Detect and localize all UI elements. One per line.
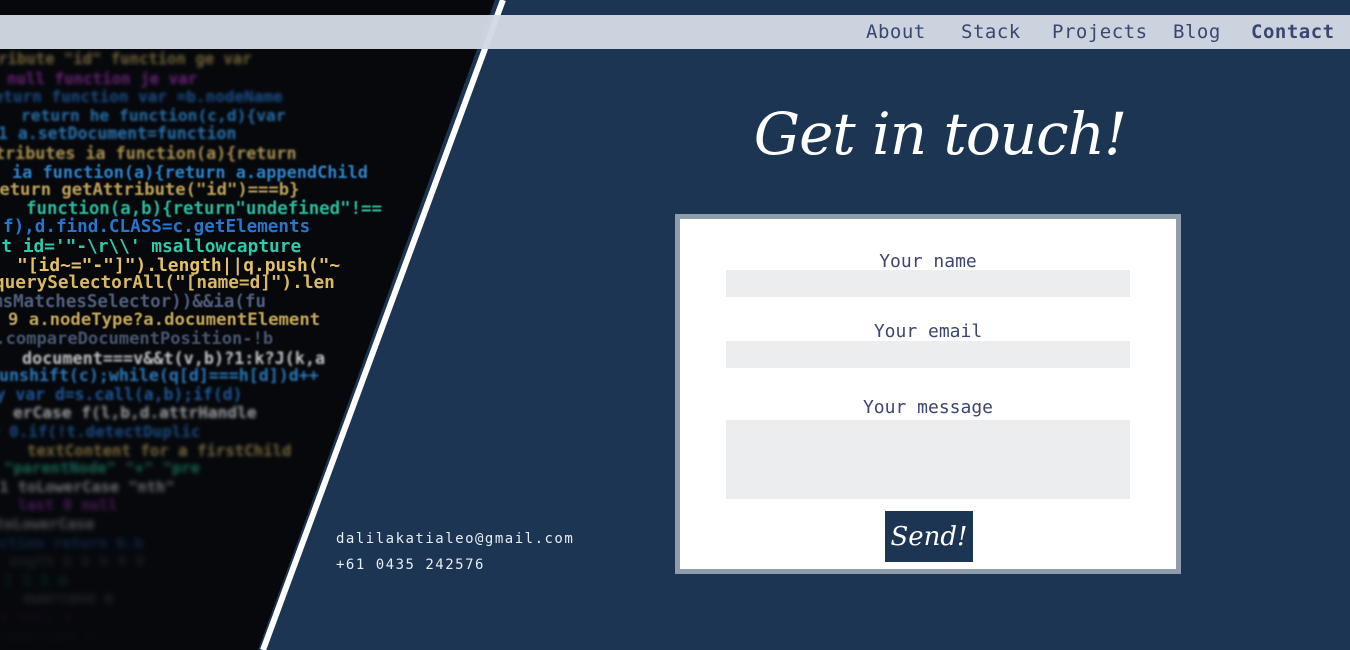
code-line: o.msMatchesSelector))&&ia(fu [0,291,267,312]
code-line: owercase e [23,589,114,608]
code-line: document===v&&t(v,b)?1:k?J(k,a [22,347,326,368]
name-input[interactable] [726,270,1130,297]
code-line: ength b b b 0 0 [9,552,145,571]
code-line: querySelectorAll("[name=d]").len [0,273,335,294]
code-line: try var d=s.call(a,b);if(d) [0,384,243,404]
code-line: 9 a.nodeType?a.documentElement [8,310,321,331]
code-line: null function je var [7,68,198,88]
code-line: a.compareDocumentPosition-!b [0,329,274,349]
top-nav-bar: About Stack Projects Blog Contact [0,15,1350,49]
send-button[interactable]: Send! [885,511,973,562]
code-line: attribute "id" function ge var [0,50,252,68]
code-line: last 0 null [18,496,118,515]
code-line: return getAttribute("id")===b} [0,180,300,201]
name-label: Your name [879,251,977,272]
email-input[interactable] [726,341,1130,368]
code-background-image: attribute "id" function ge var null func… [0,0,495,650]
message-label: Your message [862,397,994,418]
contact-phone: +61 0435 242576 [336,557,485,573]
code-line: erCase f(l,b,d.attrHandle [13,403,257,423]
email-label: Your email [873,321,983,342]
code-line: toLowerCase [0,515,95,533]
nav-stack-link[interactable]: Stack [961,15,1021,49]
page-heading: Get in touch! [753,100,1127,168]
code-line: t ( 1 1 a [0,570,68,589]
contact-form: Your name Your email Your message Send! [675,214,1181,574]
code-line: textContent for a firstChild [27,440,292,460]
nav-projects-link[interactable]: Projects [1052,15,1148,49]
code-line: function return b.b [0,533,144,552]
code-line: f),d.find.CLASS=c.getElements [3,217,311,238]
message-textarea[interactable] [726,420,1130,499]
code-line: unshift(c);while(q[d]===h[d])d++ [0,366,319,386]
code-line: return he function(c,d){var [21,105,286,125]
code-line: a null b [0,608,73,626]
nav-contact-link[interactable]: Contact [1251,15,1335,49]
nav-about-link[interactable]: About [866,15,926,49]
nav-blog-link[interactable]: Blog [1173,15,1221,49]
code-line: 1 a.setDocument=function [0,124,237,144]
code-line: ia function(a){return a.appendChild [12,161,368,182]
code-line: 1 1 toLowerCase "nth" [0,477,175,496]
code-line: 0 0.if(!t.detectDuplic [0,422,201,441]
code-line: attributes ia function(a){return [0,143,297,163]
code-line: "parentNode" "+" "pre [4,459,200,478]
code-line: function(a,b){return"undefined"!== [26,198,382,219]
code-line: toLowerCase d [0,627,94,645]
contact-email: dalilakatialeo@gmail.com [336,531,575,547]
code-line: return function var =b.nodeName [0,87,283,107]
